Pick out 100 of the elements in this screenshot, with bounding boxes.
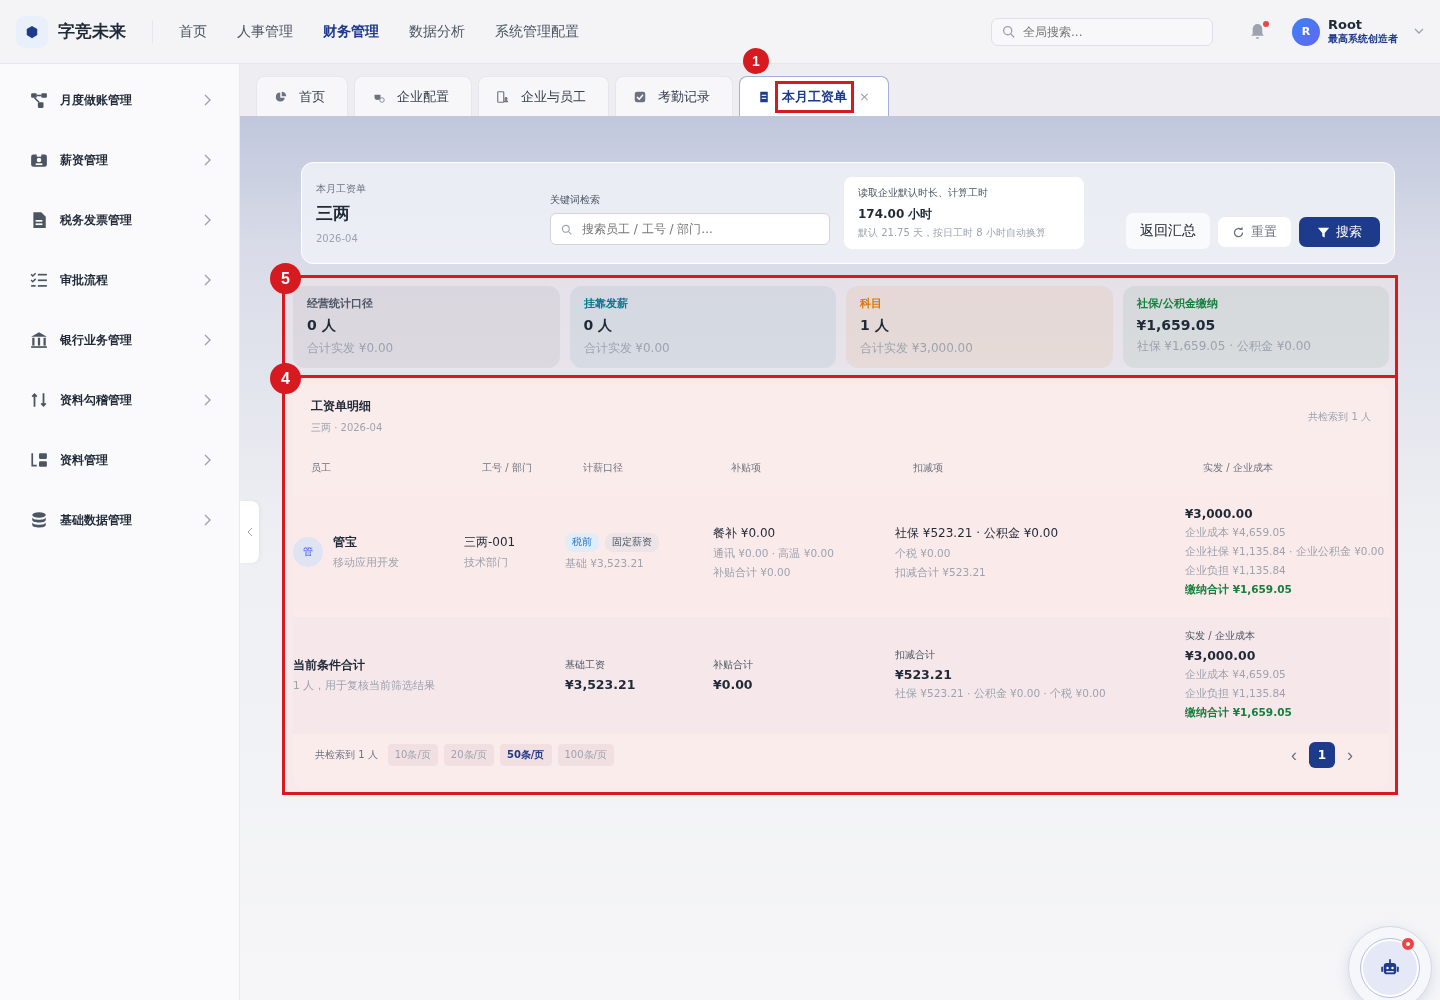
total-value: ¥523.21 bbox=[895, 667, 953, 682]
global-search-box[interactable]: 全局搜索... bbox=[991, 17, 1213, 46]
global-search-field[interactable]: 全局搜索... bbox=[1021, 23, 1195, 40]
stat-value: 1 人 bbox=[860, 317, 890, 335]
cost-detail: 企业成本 ¥4,659.05 bbox=[1185, 668, 1287, 682]
collapse-sidebar-handle[interactable] bbox=[240, 501, 259, 563]
chevron-right-icon bbox=[203, 454, 211, 466]
employee-code: 三两-001 bbox=[464, 534, 517, 551]
employee-name: 管宝 bbox=[333, 534, 358, 551]
card-subtitle: 三两 · 2026-04 bbox=[311, 421, 383, 435]
sidebar-item[interactable]: 资料勾稽管理 bbox=[0, 370, 239, 430]
nodes-icon bbox=[30, 91, 48, 109]
keyword-search-field[interactable]: 搜索员工 / 工号 / 部门... bbox=[580, 221, 819, 237]
sidebar-item[interactable]: 基础数据管理 bbox=[0, 490, 239, 550]
column-header: 扣减项 bbox=[913, 461, 944, 475]
checklist-icon bbox=[30, 271, 48, 289]
column-header: 员工 bbox=[311, 461, 332, 475]
column-header: 计薪口径 bbox=[583, 461, 624, 475]
swap-arrows-icon bbox=[30, 391, 48, 409]
stat-title: 经营统计口径 bbox=[307, 296, 374, 311]
employee-team: 移动应用开发 bbox=[333, 556, 399, 570]
contribution-total: 缴纳合计 ¥1,659.05 bbox=[1185, 583, 1293, 597]
total-item-label: 补贴合计 bbox=[713, 657, 754, 672]
chevron-down-icon bbox=[1414, 28, 1424, 35]
next-page-button[interactable]: › bbox=[1347, 744, 1353, 766]
stat-title: 挂靠发薪 bbox=[583, 296, 629, 311]
stat-note: 合计实发 ¥0.00 bbox=[307, 340, 395, 357]
column-header: 补贴项 bbox=[731, 461, 762, 475]
total-item-label: 基础工资 bbox=[565, 657, 606, 672]
card-title: 工资单明细 bbox=[311, 398, 372, 415]
user-menu[interactable]: R Root 最高系统创造者 bbox=[1292, 17, 1424, 46]
chevron-right-icon bbox=[203, 154, 211, 166]
page-tab[interactable]: 本月工资单 × bbox=[739, 76, 889, 116]
deduction-detail: 扣减合计 ¥523.21 bbox=[895, 565, 987, 580]
chevron-right-icon bbox=[203, 394, 211, 406]
total-value: ¥0.00 bbox=[713, 676, 754, 692]
document-icon bbox=[758, 90, 770, 103]
page-tab[interactable]: 首页 bbox=[256, 76, 348, 116]
previous-page-button[interactable]: ‹ bbox=[1291, 744, 1297, 766]
hours-note: 默认 21.75 天，按日工时 8 小时自动换算 bbox=[858, 226, 1047, 240]
deduction-detail: 个税 ¥0.00 bbox=[895, 546, 952, 561]
contribution-total: 缴纳合计 ¥1,659.05 bbox=[1185, 706, 1293, 720]
filter-icon bbox=[1317, 225, 1330, 239]
chevron-right-icon bbox=[203, 514, 211, 526]
result-count: 共检索到 1 人 bbox=[315, 748, 378, 762]
back-button[interactable]: 返回汇总 bbox=[1126, 213, 1210, 249]
page-tab[interactable]: 考勤记录 bbox=[615, 76, 733, 116]
total-note: 1 人，用于复核当前筛选结果 bbox=[293, 678, 437, 693]
notification-button[interactable] bbox=[1249, 23, 1266, 40]
database-icon bbox=[30, 511, 48, 529]
period-label: 2026-04 bbox=[316, 233, 359, 244]
chevron-right-icon bbox=[203, 94, 211, 106]
result-count: 共检索到 1 人 bbox=[1308, 410, 1371, 424]
logo-icon bbox=[16, 15, 48, 48]
sidebar-item[interactable]: 资料管理 bbox=[0, 430, 239, 490]
nav-link[interactable]: 财务管理 bbox=[323, 22, 379, 41]
total-item-label: 实发 / 企业成本 bbox=[1185, 629, 1256, 643]
page-tab[interactable]: 企业与员工 bbox=[478, 76, 609, 116]
bell-icon bbox=[1249, 23, 1266, 40]
cost-detail: 企业成本 ¥4,659.05 bbox=[1185, 526, 1287, 540]
sidebar-item[interactable]: 银行业务管理 bbox=[0, 310, 239, 370]
base-salary: 基础 ¥3,523.21 bbox=[565, 557, 645, 571]
allowance-detail: 补贴合计 ¥0.00 bbox=[713, 565, 792, 580]
search-button[interactable]: 搜索 bbox=[1299, 217, 1380, 247]
checkbox-icon bbox=[634, 90, 646, 103]
page-size-option[interactable]: 50条/页 bbox=[499, 744, 552, 766]
deduction-main: 社保 ¥523.21 · 公积金 ¥0.00 bbox=[895, 524, 1060, 542]
brand-name: 字竞未来 bbox=[58, 20, 153, 43]
panel-caption: 本月工资单 bbox=[316, 182, 367, 196]
search-icon bbox=[561, 223, 572, 235]
hours-value: 174.00 小时 bbox=[858, 206, 934, 223]
pie-chart-icon bbox=[275, 90, 287, 103]
user-avatar: R bbox=[1292, 17, 1320, 46]
department: 技术部门 bbox=[464, 556, 509, 570]
nav-link[interactable]: 系统管理配置 bbox=[495, 22, 579, 41]
page-tab[interactable]: 企业配置 bbox=[354, 76, 472, 116]
page-button[interactable]: 1 bbox=[1309, 742, 1335, 768]
sidebar-item[interactable]: 税务发票管理 bbox=[0, 190, 239, 250]
nav-link[interactable]: 首页 bbox=[179, 22, 207, 41]
chevron-right-icon bbox=[203, 334, 211, 346]
allowance-detail: 通讯 ¥0.00 · 高温 ¥0.00 bbox=[713, 546, 835, 561]
nav-link[interactable]: 数据分析 bbox=[409, 22, 465, 41]
refresh-icon bbox=[1232, 225, 1245, 239]
nav-link[interactable]: 人事管理 bbox=[237, 22, 293, 41]
document-icon bbox=[30, 211, 48, 229]
sidebar-item[interactable]: 审批流程 bbox=[0, 250, 239, 310]
cost-detail: 企业社保 ¥1,135.84 · 企业公积金 ¥0.00 bbox=[1185, 545, 1386, 559]
reset-button[interactable]: 重置 bbox=[1218, 217, 1291, 247]
building-person-icon bbox=[497, 90, 509, 103]
keyword-search-box[interactable]: 搜索员工 / 工号 / 部门... bbox=[550, 213, 830, 245]
chevron-right-icon bbox=[203, 274, 211, 286]
stat-title: 科目 bbox=[860, 296, 883, 311]
search-icon bbox=[1002, 25, 1015, 38]
employee-avatar: 管 bbox=[293, 537, 323, 567]
total-value: ¥3,000.00 bbox=[1185, 648, 1257, 663]
column-header: 实发 / 企业成本 bbox=[1203, 461, 1274, 475]
sidebar-item[interactable]: 薪资管理 bbox=[0, 130, 239, 190]
sidebar-item[interactable]: 月度做账管理 bbox=[0, 70, 239, 130]
total-item-label: 扣减合计 bbox=[895, 648, 936, 662]
company-name: 三两 bbox=[316, 202, 351, 225]
